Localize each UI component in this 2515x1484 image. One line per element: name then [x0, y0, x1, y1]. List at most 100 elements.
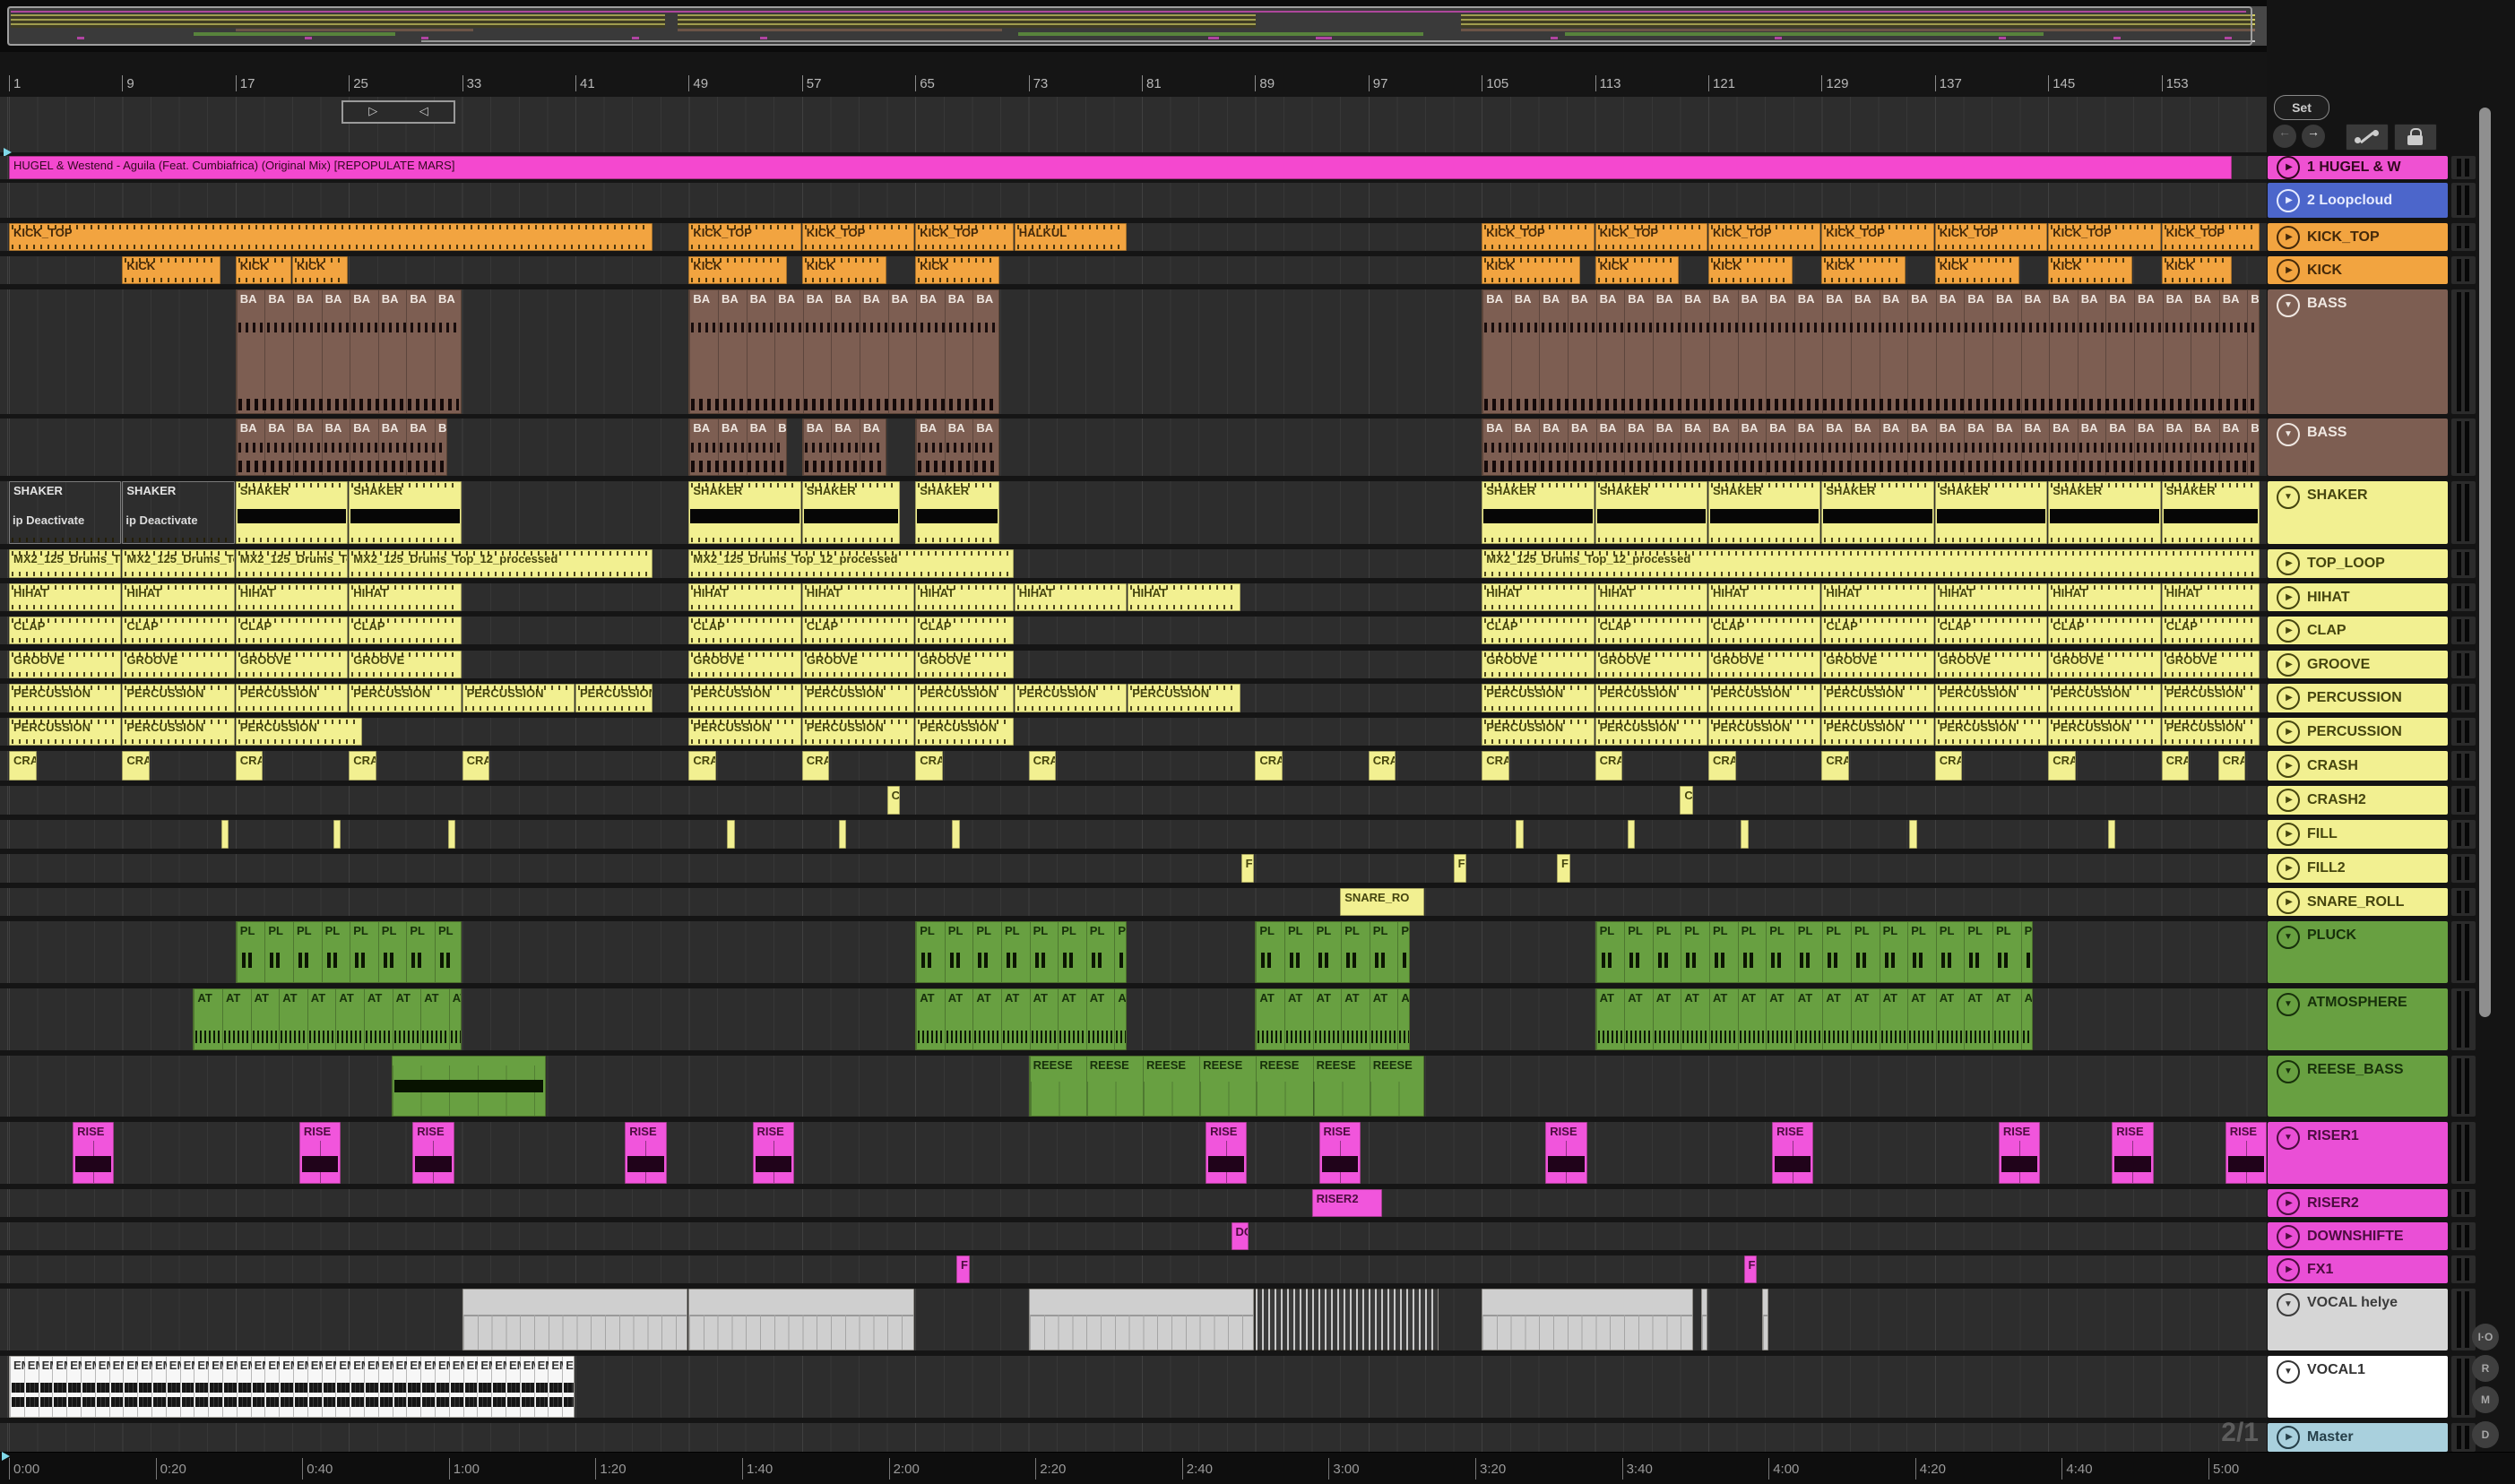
track-lane-fill[interactable] [0, 820, 2268, 849]
hihat-clip[interactable]: HIHAT [2048, 583, 2161, 611]
atmosphere-clip[interactable]: ATATATATATATATATATAT [193, 988, 462, 1050]
track-lane-shaker[interactable]: SHAKER ip Deactivate SHAKER ip Deactivate SH… [0, 481, 2268, 544]
groove-clip[interactable]: GROOVE [1821, 651, 1934, 678]
crash-clip[interactable]: CRASH [462, 751, 490, 781]
clap-clip[interactable]: CLAP [9, 617, 122, 644]
atmosphere-clip[interactable]: ATATATATATATATATATATATATATATATAT [1595, 988, 2034, 1050]
groove-clip[interactable]: GROOVE [688, 651, 801, 678]
mixer-toggle-d[interactable]: D [2472, 1421, 2499, 1448]
fx1-clip[interactable]: F [956, 1255, 970, 1283]
track-lane-kick[interactable]: KICK KICK KICK KICK KICK KICK KICK KICK KICK KICK… [0, 256, 2268, 284]
percussion1-clip[interactable]: PERCUSSION [2161, 684, 2260, 712]
percussion1-clip[interactable]: PERCUSSION [801, 684, 915, 712]
top-loop-clip[interactable]: MX2_125_Drums_Top_12_processed [688, 549, 1014, 578]
play-icon[interactable]: ▶ [2277, 686, 2300, 710]
hihat-clip[interactable]: HIHAT [1014, 583, 1128, 611]
track-lane-riser1[interactable]: RISE RISE RISE RISE RISE RISE RISE RISE RISE RISE… [0, 1122, 2268, 1184]
track-lane-downshifter[interactable]: DO [0, 1222, 2268, 1250]
play-icon[interactable]: ▶ [2277, 1191, 2300, 1215]
track-header-atmosphere[interactable]: ▼ ATMOSPHERE [2268, 988, 2448, 1050]
riser1-clip[interactable]: RISE [752, 1122, 794, 1184]
shaker-clip[interactable]: SHAKER [915, 481, 999, 544]
track-lane-vocal1[interactable]: EMEMEMEMEMEMEMEMEMEMEMEMEMEMEMEMEMEMEMEM… [0, 1356, 2268, 1418]
vocal-helye-clip[interactable] [1028, 1289, 1255, 1350]
fill-clip[interactable] [838, 820, 847, 849]
track-lane-top-loop[interactable]: MX2_125_Drums_Top_12_processedMX2_125_Dr… [0, 549, 2268, 578]
shaker-clip[interactable]: SHAKER [1708, 481, 1821, 544]
crash-clip[interactable]: CRASH [1934, 751, 1963, 781]
percussion1-clip[interactable]: PERCUSSION [122, 684, 235, 712]
fold-icon[interactable]: ▼ [2277, 1293, 2300, 1316]
hihat-clip[interactable]: HIHAT [1128, 583, 1240, 611]
kick-clip[interactable]: KICK [1595, 256, 1680, 284]
riser1-clip[interactable]: RISE [1206, 1122, 1248, 1184]
crash-clip[interactable]: CRASH [1821, 751, 1849, 781]
vocal1-clip[interactable]: EMEMEMEMEMEMEMEMEMEMEMEMEMEMEMEMEMEMEMEM… [9, 1356, 575, 1418]
kick-top-clip[interactable]: HALKUL [1014, 223, 1128, 251]
riser1-clip[interactable]: RISE [298, 1122, 341, 1184]
clap-clip[interactable]: CLAP [1482, 617, 1595, 644]
track-lane-master[interactable] [0, 1423, 2268, 1452]
play-icon[interactable]: ▶ [2277, 890, 2300, 914]
track-lane-groove[interactable]: GROOVE GROOVE GROOVE GROOVE GROOVE GROOVE GROO… [0, 651, 2268, 678]
kick-top-clip[interactable]: KICK_TOP [801, 223, 915, 251]
kick-top-clip[interactable]: KICK_TOP [9, 223, 653, 251]
time-ruler[interactable]: 0:00 0:20 0:40 1:00 1:20 1:40 2:00 2:20 2:40 3:00… [0, 1452, 2515, 1484]
clap-clip[interactable]: CLAP [349, 617, 462, 644]
percussion1-clip[interactable]: PERCUSSION [9, 684, 122, 712]
percussion1-clip[interactable]: PERCUSSION [1934, 684, 2048, 712]
shaker-clip[interactable]: SHAKER [1595, 481, 1707, 544]
crash-clip[interactable]: CRASH [1368, 751, 1396, 781]
track-lane-bass2[interactable]: BABABABABABABABABABABABABABABABABABABABA… [0, 418, 2268, 476]
track-lane-hugel[interactable]: HUGEL & Westend - Aguila (Feat. Cumbiafr… [0, 156, 2268, 179]
track-lane-atmosphere[interactable]: ATATATATATATATATATATATATATATATATATATATAT… [0, 988, 2268, 1050]
hihat-clip[interactable]: HIHAT [1482, 583, 1595, 611]
play-icon[interactable]: ▶ [2277, 585, 2300, 609]
track-header-hugel[interactable]: ▶ 1 HUGEL & W [2268, 156, 2448, 179]
top-loop-clip[interactable]: MX2_125_Drums_Top_12_processed [349, 549, 653, 578]
track-lane-percussion2[interactable]: PERCUSSION PERCUSSION PERCUSSION PERCUSSION… [0, 718, 2268, 746]
bass2-clip[interactable]: BABABABA [688, 418, 787, 476]
mixer-toggle-io[interactable]: I·O [2472, 1324, 2499, 1350]
riser1-clip[interactable]: RISE [412, 1122, 454, 1184]
percussion2-clip[interactable]: PERCUSSION [688, 718, 801, 746]
kick-top-clip[interactable]: KICK_TOP [1934, 223, 2048, 251]
hihat-clip[interactable]: HIHAT [235, 583, 349, 611]
percussion1-clip[interactable]: PERCUSSION [688, 684, 801, 712]
track-header-bass[interactable]: ▼ BASS [2268, 289, 2448, 414]
lock-icon[interactable] [2394, 124, 2437, 151]
percussion2-clip[interactable]: PERCUSSION [1482, 718, 1595, 746]
track-header-loopcloud[interactable]: ▶ 2 Loopcloud [2268, 183, 2448, 218]
percussion1-clip[interactable]: PERCUSSION [1821, 684, 1934, 712]
riser1-clip[interactable]: RISE [1998, 1122, 2041, 1184]
play-icon[interactable]: ▶ [2277, 225, 2300, 249]
crash2-clip[interactable]: C [1680, 786, 1694, 815]
crash-clip[interactable]: CRASH [1028, 751, 1057, 781]
track-header-pluck[interactable]: ▼ PLUCK [2268, 921, 2448, 983]
percussion2-clip[interactable]: PERCUSSION [1595, 718, 1707, 746]
vocal-helye-clip[interactable] [1255, 1289, 1439, 1350]
percussion1-clip[interactable]: PERCUSSION [349, 684, 462, 712]
shaker-clip[interactable]: SHAKER [349, 481, 462, 544]
riser1-clip[interactable]: RISE [1318, 1122, 1361, 1184]
track-header-riser1[interactable]: ▼ RISER1 [2268, 1122, 2448, 1184]
fold-icon[interactable]: ▼ [2277, 294, 2300, 317]
fill-clip[interactable] [221, 820, 229, 849]
forward-arrow-button[interactable]: → [2302, 125, 2325, 148]
percussion2-clip[interactable]: PERCUSSION [2048, 718, 2161, 746]
atmosphere-clip[interactable]: ATATATATATAT [1255, 988, 1411, 1050]
percussion1-clip[interactable]: PERCUSSION [915, 684, 1014, 712]
fill-clip[interactable] [333, 820, 341, 849]
track-lane-clap[interactable]: CLAP CLAP CLAP CLAP CLAP CLAP CLAP CLAP CLAP CLAP… [0, 617, 2268, 644]
crash-clip[interactable]: CRASH [2217, 751, 2246, 781]
hihat-clip[interactable]: HIHAT [122, 583, 235, 611]
kick-clip[interactable]: KICK [1482, 256, 1580, 284]
hihat-clip[interactable]: HIHAT [2161, 583, 2260, 611]
crash-clip[interactable]: CRASH [9, 751, 37, 781]
percussion2-clip[interactable]: PERCUSSION [122, 718, 235, 746]
mixer-toggle-r[interactable]: R [2472, 1355, 2499, 1382]
top-loop-clip[interactable]: MX2_125_Drums_Top_12_processed [235, 549, 349, 578]
percussion2-clip[interactable]: PERCUSSION [1821, 718, 1934, 746]
fold-icon[interactable]: ▼ [2277, 423, 2300, 446]
shaker-clip[interactable]: SHAKER ip Deactivate [122, 481, 235, 544]
